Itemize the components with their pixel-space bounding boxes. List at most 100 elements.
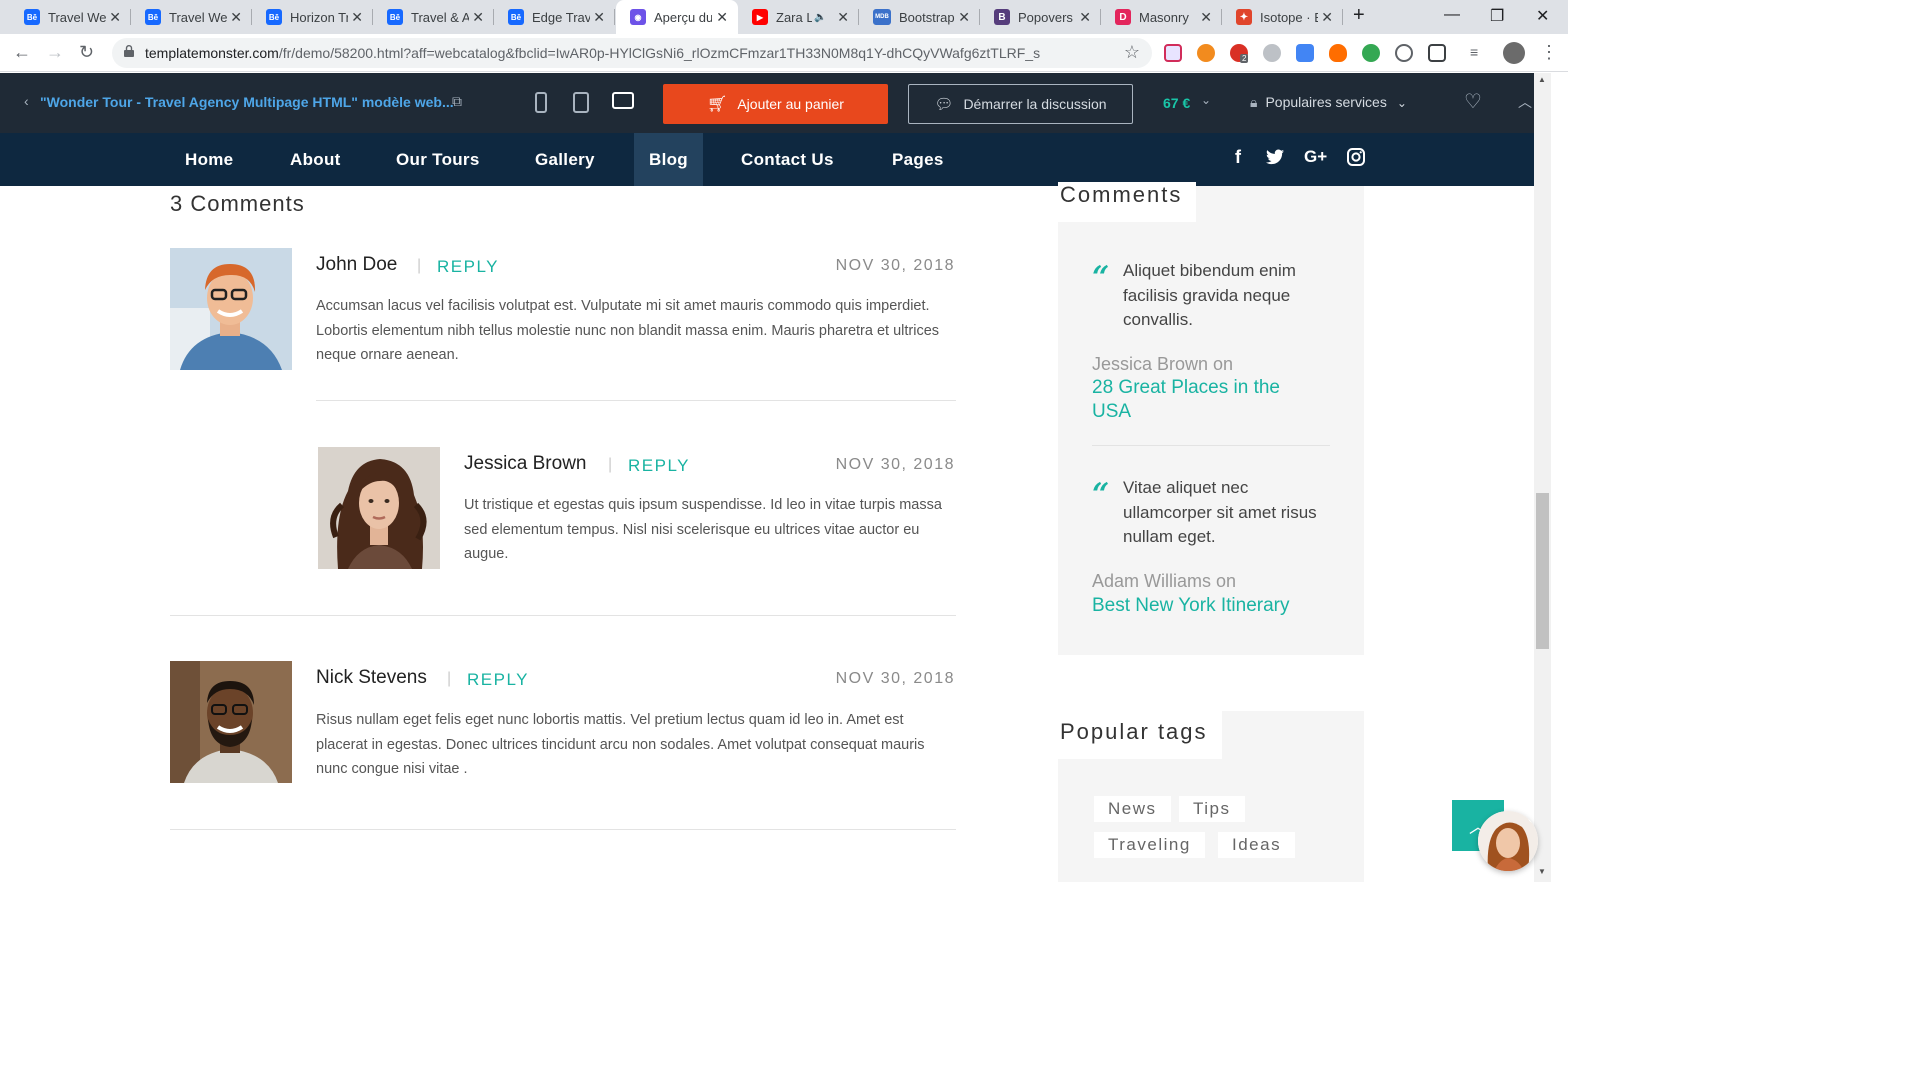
close-tab-icon[interactable]: ✕ (1079, 9, 1091, 26)
close-tab-icon[interactable]: ✕ (958, 9, 970, 26)
extension-icon[interactable] (1263, 44, 1281, 62)
tag-tips[interactable]: Tips (1179, 796, 1245, 822)
page-scrollbar[interactable]: ▲ ▼ (1534, 73, 1551, 882)
new-tab-button[interactable]: + (1353, 4, 1365, 27)
external-link-icon[interactable]: ⧉ (452, 93, 462, 110)
extension-icon[interactable] (1197, 44, 1215, 62)
bookmark-star-icon[interactable]: ☆ (1124, 42, 1140, 63)
translate-extension-icon[interactable] (1296, 44, 1314, 62)
scrollbar-thumb[interactable] (1536, 493, 1549, 649)
back-icon[interactable]: ← (13, 42, 31, 63)
fire-extension-icon[interactable] (1329, 44, 1347, 62)
browser-tab[interactable]: MDB Bootstrap ✕ (859, 0, 980, 34)
start-chat-label: Démarrer la discussion (963, 96, 1107, 112)
tag-news[interactable]: News (1094, 796, 1171, 822)
divider (170, 829, 956, 830)
widget-title: Comments (1058, 182, 1197, 222)
close-tab-icon[interactable]: ✕ (351, 9, 363, 26)
chevron-down-icon[interactable]: ⌄ (1201, 93, 1211, 107)
browser-tab-strip: Bē Travel Web ✕ Bē Travel Web ✕ Bē Horiz… (0, 0, 1568, 34)
instagram-icon[interactable] (1347, 148, 1365, 171)
scroll-up-icon[interactable]: ▲ (1538, 75, 1546, 84)
browser-tab[interactable]: Bē Travel Web ✕ (131, 0, 252, 34)
tablet-view-icon[interactable] (573, 92, 589, 113)
close-tab-icon[interactable]: ✕ (109, 9, 121, 26)
close-tab-icon[interactable]: ✕ (230, 9, 242, 26)
reply-link[interactable]: REPLY (467, 670, 529, 690)
post-link[interactable]: 28 Great Places in the USA (1092, 376, 1322, 424)
close-tab-icon[interactable]: ✕ (837, 9, 849, 26)
reply-link[interactable]: REPLY (628, 456, 690, 476)
chat-agent-avatar[interactable] (1478, 811, 1538, 871)
browser-tab[interactable]: D Masonry ✕ (1101, 0, 1222, 34)
back-chevron-icon[interactable]: ‹ (24, 93, 29, 109)
nav-contact-us[interactable]: Contact Us (741, 133, 834, 186)
reload-icon[interactable]: ↻ (79, 42, 94, 63)
lock-icon: 🔒︎ (1250, 94, 1258, 110)
browser-tab[interactable]: ▶ Zara L 🔈 ✕ (738, 0, 859, 34)
forward-icon[interactable]: → (46, 42, 64, 63)
mobile-view-icon[interactable] (535, 92, 547, 113)
minimize-icon[interactable]: — (1444, 6, 1460, 24)
add-to-cart-button[interactable]: 🛒︎ Ajouter au panier (663, 84, 888, 124)
browser-tab[interactable]: ✦ Isotope · E ✕ (1222, 0, 1343, 34)
tag-ideas[interactable]: Ideas (1218, 832, 1296, 858)
browser-tab[interactable]: Bē Travel & A ✕ (373, 0, 494, 34)
close-tab-icon[interactable]: ✕ (593, 9, 605, 26)
close-tab-icon[interactable]: ✕ (1200, 9, 1212, 26)
comment-author: Jessica Brown (464, 453, 587, 474)
avatar (318, 447, 440, 569)
nav-our-tours[interactable]: Our Tours (396, 133, 480, 186)
browser-tab-active[interactable]: ◉ Aperçu du ✕ (616, 0, 738, 34)
twitter-icon[interactable] (1266, 149, 1284, 170)
browser-tab[interactable]: Bē Horizon Tr ✕ (252, 0, 373, 34)
profile-avatar[interactable] (1503, 42, 1525, 64)
browser-tab-title: Bootstrap (899, 9, 955, 25)
maximize-icon[interactable]: ❐ (1490, 6, 1504, 26)
desktop-view-icon[interactable] (612, 92, 634, 109)
browser-tab[interactable]: Bē Edge Trave ✕ (494, 0, 615, 34)
comment-text: Ut tristique et egestas quis ipsum suspe… (464, 497, 942, 562)
pocket-extension-icon[interactable] (1164, 44, 1182, 62)
browser-menu-icon[interactable]: ⋮ (1540, 42, 1558, 63)
audio-playing-icon[interactable]: 🔈 (814, 12, 826, 23)
extension-icon[interactable] (1362, 44, 1380, 62)
post-link[interactable]: Best New York Itinerary (1092, 594, 1332, 618)
close-tab-icon[interactable]: ✕ (472, 9, 484, 26)
address-bar[interactable]: templatemonster.com/fr/demo/58200.html?a… (112, 38, 1152, 68)
scroll-down-icon[interactable]: ▼ (1538, 867, 1546, 876)
extension-badge: 2 (1240, 54, 1249, 63)
price-selector[interactable]: 67 € (1163, 95, 1190, 111)
nav-about[interactable]: About (290, 133, 341, 186)
browser-toolbar: ← → ↻ templatemonster.com/fr/demo/58200.… (0, 34, 1568, 72)
reply-link[interactable]: REPLY (437, 257, 499, 277)
browser-tab-title: Travel Web (169, 9, 227, 25)
nav-home[interactable]: Home (185, 133, 233, 186)
nav-gallery[interactable]: Gallery (535, 133, 595, 186)
extension-icon[interactable] (1395, 44, 1413, 62)
media-controls-icon[interactable]: ≡ (1470, 44, 1478, 60)
browser-tab[interactable]: Bē Travel Web ✕ (10, 0, 131, 34)
browser-tab[interactable]: B Popovers ✕ (980, 0, 1101, 34)
tag-traveling[interactable]: Traveling (1094, 832, 1205, 858)
grid-extension-icon[interactable] (1428, 44, 1446, 62)
close-window-icon[interactable]: ✕ (1536, 6, 1549, 26)
google-plus-icon[interactable]: G+ (1304, 147, 1327, 167)
separator: | (417, 257, 422, 274)
adblock-extension-icon[interactable]: 2 (1230, 44, 1249, 63)
comments-heading: 3 Comments (170, 191, 305, 216)
start-chat-button[interactable]: 💬︎ Démarrer la discussion (908, 84, 1133, 124)
nav-blog[interactable]: Blog (634, 133, 703, 186)
facebook-icon[interactable]: f (1235, 147, 1241, 168)
nav-pages[interactable]: Pages (892, 133, 944, 186)
browser-tab-title: Travel & A (411, 9, 469, 25)
collapse-chevron-icon[interactable]: ︿ (1518, 92, 1532, 112)
comment-date: NOV 30, 2018 (835, 257, 955, 274)
close-tab-icon[interactable]: ✕ (716, 9, 728, 26)
popular-services-dropdown[interactable]: 🔒︎ Populaires services ⌄ (1250, 94, 1407, 111)
demo-preview-bar: ‹ "Wonder Tour - Travel Agency Multipage… (0, 73, 1534, 133)
favorite-heart-icon[interactable]: ♡ (1464, 89, 1482, 114)
template-title-link[interactable]: "Wonder Tour - Travel Agency Multipage H… (40, 94, 454, 110)
comment-text: Risus nullam eget felis eget nunc lobort… (316, 712, 925, 777)
close-tab-icon[interactable]: ✕ (1321, 9, 1333, 26)
